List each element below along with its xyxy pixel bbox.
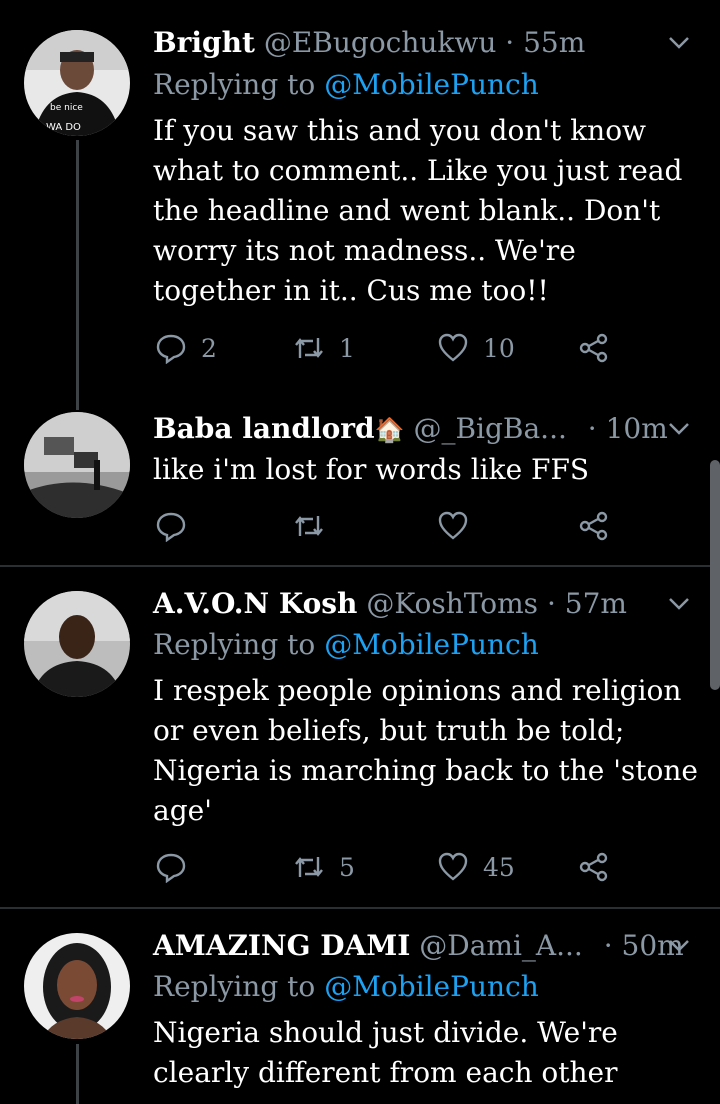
replying-to-label: Replying to bbox=[153, 68, 316, 101]
separator-dot: · bbox=[505, 26, 515, 59]
display-name[interactable]: Bright bbox=[153, 26, 255, 59]
like-icon bbox=[438, 511, 468, 540]
tweet-text: like i'm lost for words like FFS bbox=[153, 453, 590, 486]
like-count: 45 bbox=[483, 852, 515, 882]
tweet-text: Nigeria should just divide. We're clearl… bbox=[153, 1016, 618, 1089]
tweet-header: A.V.O.N Kosh @KoshToms · 57m bbox=[153, 587, 680, 621]
separator-dot: · bbox=[603, 929, 613, 962]
tweet-amazing-dami[interactable]: AMAZING DAMI @Dami_A... · 50m Replying t… bbox=[0, 909, 720, 1104]
retweet-count: 1 bbox=[339, 333, 355, 363]
retweet-icon bbox=[295, 516, 323, 536]
action-bar bbox=[155, 506, 625, 546]
tweet-baba-landlord[interactable]: Baba landlord🏠 @_BigBa... · 10m like i'm… bbox=[0, 400, 720, 566]
action-bar: 5 45 bbox=[155, 847, 625, 887]
replying-to: Replying to @MobilePunch bbox=[153, 970, 539, 1004]
timestamp[interactable]: 55m bbox=[523, 26, 585, 59]
thread-line bbox=[76, 1044, 79, 1104]
share-icon bbox=[579, 852, 608, 882]
like-button[interactable] bbox=[437, 506, 483, 546]
separator-dot: · bbox=[587, 412, 597, 445]
tweet-header: Bright @EBugochukwu · 55m bbox=[153, 26, 680, 60]
chevron-down-icon[interactable] bbox=[666, 30, 692, 56]
replying-to-label: Replying to bbox=[153, 970, 316, 1003]
retweet-button[interactable]: 5 bbox=[293, 847, 355, 887]
user-handle[interactable]: @_BigBa... bbox=[413, 412, 566, 445]
like-count: 10 bbox=[483, 333, 515, 363]
svg-text:WA DO: WA DO bbox=[46, 122, 81, 133]
mention-link[interactable]: @MobilePunch bbox=[324, 970, 539, 1003]
tweet-header: AMAZING DAMI @Dami_A... · 50m bbox=[153, 929, 684, 963]
like-button[interactable]: 45 bbox=[437, 847, 515, 887]
retweet-icon bbox=[295, 338, 323, 358]
share-icon bbox=[579, 511, 608, 541]
share-button[interactable] bbox=[578, 506, 610, 546]
replying-to: Replying to @MobilePunch bbox=[153, 68, 539, 102]
avatar[interactable] bbox=[24, 591, 130, 697]
chevron-down-icon[interactable] bbox=[666, 416, 692, 442]
share-icon bbox=[579, 333, 608, 363]
like-icon bbox=[438, 852, 468, 881]
thread-line bbox=[76, 400, 79, 410]
share-button[interactable] bbox=[578, 328, 610, 368]
reply-icon bbox=[156, 334, 186, 364]
avatar[interactable] bbox=[24, 933, 130, 1039]
retweet-button[interactable] bbox=[293, 506, 339, 546]
mention-link[interactable]: @MobilePunch bbox=[324, 628, 539, 661]
scrollbar[interactable] bbox=[710, 460, 720, 690]
replying-to-label: Replying to bbox=[153, 628, 316, 661]
like-button[interactable]: 10 bbox=[437, 328, 515, 368]
reply-count: 2 bbox=[201, 333, 217, 363]
like-icon bbox=[438, 333, 468, 362]
display-name[interactable]: A.V.O.N Kosh bbox=[153, 587, 357, 620]
reply-button[interactable] bbox=[155, 506, 201, 546]
avatar[interactable] bbox=[24, 412, 130, 518]
reply-button[interactable] bbox=[155, 847, 201, 887]
house-emoji: 🏠 bbox=[374, 416, 405, 444]
tweet-text: I respek people opinions and religion or… bbox=[153, 674, 698, 827]
retweet-button[interactable]: 1 bbox=[293, 328, 355, 368]
mention-link[interactable]: @MobilePunch bbox=[324, 68, 539, 101]
reply-button[interactable]: 2 bbox=[155, 328, 217, 368]
action-bar: 2 1 10 bbox=[155, 328, 625, 368]
retweet-icon bbox=[295, 857, 323, 877]
user-handle[interactable]: @EBugochukwu bbox=[264, 26, 497, 59]
replying-to: Replying to @MobilePunch bbox=[153, 628, 539, 662]
thread-line bbox=[76, 140, 79, 400]
avatar[interactable]: be nice WA DO bbox=[24, 30, 130, 136]
chevron-down-icon[interactable] bbox=[666, 591, 692, 617]
user-handle[interactable]: @Dami_A... bbox=[419, 929, 583, 962]
user-handle[interactable]: @KoshToms bbox=[366, 587, 538, 620]
tweet-avon-kosh[interactable]: A.V.O.N Kosh @KoshToms · 57m Replying to… bbox=[0, 567, 720, 907]
reply-icon bbox=[156, 853, 186, 883]
retweet-count: 5 bbox=[339, 852, 355, 882]
chevron-down-icon[interactable] bbox=[666, 933, 692, 959]
display-name[interactable]: Baba landlord bbox=[153, 412, 375, 445]
tweet-bright[interactable]: be nice WA DO Bright @EBugochukwu · 55m … bbox=[0, 0, 720, 400]
svg-text:be nice: be nice bbox=[50, 103, 83, 113]
display-name[interactable]: AMAZING DAMI bbox=[153, 929, 410, 962]
separator-dot: · bbox=[546, 587, 556, 620]
tweet-header: Baba landlord🏠 @_BigBa... · 10m bbox=[153, 412, 680, 447]
reply-icon bbox=[156, 512, 186, 542]
timestamp[interactable]: 57m bbox=[565, 587, 627, 620]
tweet-text: If you saw this and you don't know what … bbox=[153, 114, 683, 307]
timestamp[interactable]: 10m bbox=[606, 412, 668, 445]
share-button[interactable] bbox=[578, 847, 610, 887]
